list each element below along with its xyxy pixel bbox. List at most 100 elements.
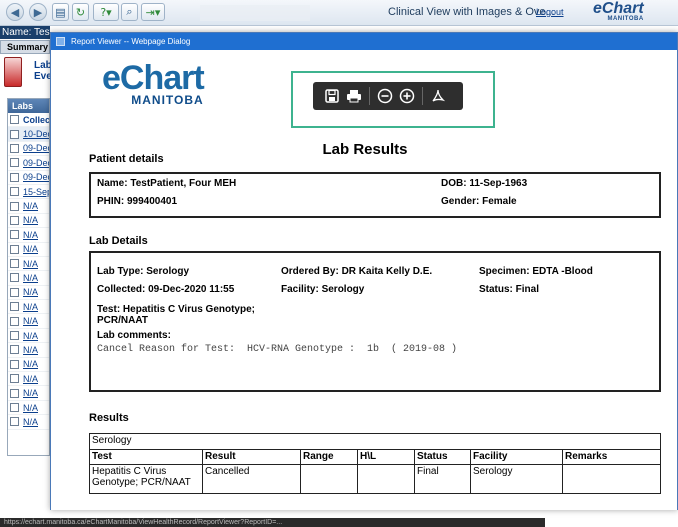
results-group-row: Serology (89, 433, 661, 450)
row-checkbox[interactable] (10, 187, 19, 197)
patient-phin: PHIN: 999400401 (97, 196, 178, 207)
lab-date-link[interactable]: N/A (23, 302, 38, 312)
row-checkbox[interactable] (10, 158, 19, 168)
dialog-titlebar: Report Viewer -- Webpage Dialog (51, 33, 677, 50)
cell-hl (357, 464, 415, 494)
collected-column-label[interactable]: Collect (23, 115, 49, 125)
print-icon[interactable] (343, 85, 365, 107)
lab-date-link[interactable]: N/A (23, 244, 38, 254)
row-checkbox[interactable] (10, 273, 19, 283)
list-item: 09-Dec (8, 171, 49, 185)
row-checkbox[interactable] (10, 201, 19, 211)
print-icon[interactable]: ▤ (52, 3, 69, 21)
col-status: Status (414, 449, 471, 465)
cell-test: Hepatitis C Virus Genotype; PCR/NAAT (89, 464, 203, 494)
list-item: N/A (8, 257, 49, 272)
dialog-title: Report Viewer -- Webpage Dialog (71, 37, 191, 46)
cell-facility: Serology (470, 464, 563, 494)
cell-remarks (562, 464, 661, 494)
labs-panel: Labs Collect 10-Dec 09-Dec 09-Dec 09-Dec 15-… (7, 98, 50, 456)
lab-date-link[interactable]: N/A (23, 287, 38, 297)
row-checkbox[interactable] (10, 359, 19, 369)
blurred-region (200, 5, 310, 21)
app-title: Clinical View with Images & Ove... (388, 6, 555, 18)
col-hl: H\L (357, 449, 415, 465)
pdf-icon[interactable] (427, 85, 449, 107)
summary-tab[interactable]: Summary ▾ (0, 40, 50, 64)
row-checkbox[interactable] (10, 388, 19, 398)
select-all-checkbox[interactable] (10, 115, 19, 125)
echart-logo: eChart MANITOBA (593, 1, 644, 23)
lab-date-link[interactable]: N/A (23, 374, 38, 384)
list-item: N/A (8, 386, 49, 401)
lab-date-link[interactable]: N/A (23, 345, 38, 355)
patient-gender: Gender: Female (441, 196, 517, 207)
row-checkbox[interactable] (10, 129, 19, 139)
lab-date-link[interactable]: N/A (23, 331, 38, 341)
lab-date-link[interactable]: 09-Dec (23, 158, 49, 168)
row-checkbox[interactable] (10, 345, 19, 355)
lab-date-link[interactable]: 15-Sep (23, 187, 49, 197)
lab-date-link[interactable]: 09-Dec (23, 172, 49, 182)
list-item: N/A (8, 372, 49, 387)
lab-details-box: Lab Type: Serology Ordered By: DR Kaita … (89, 251, 661, 392)
lab-date-link[interactable]: 10-Dec (23, 129, 49, 139)
zoom-in-icon[interactable] (396, 85, 418, 107)
lab-tube-icon (4, 57, 22, 87)
lab-date-link[interactable]: N/A (23, 359, 38, 369)
row-checkbox[interactable] (10, 215, 19, 225)
row-checkbox[interactable] (10, 172, 19, 182)
forward-icon[interactable]: ▶ (29, 3, 47, 21)
row-checkbox[interactable] (10, 230, 19, 240)
test-name-line2: PCR/NAAT (97, 315, 148, 326)
list-item: N/A (8, 286, 49, 301)
lab-details-label: Lab Details (89, 235, 148, 247)
lab-date-link[interactable]: N/A (23, 273, 38, 283)
list-item: N/A (8, 343, 49, 358)
lab-date-link[interactable]: N/A (23, 201, 38, 211)
lab-date-link[interactable]: N/A (23, 417, 38, 427)
toolbar-separator (369, 87, 370, 105)
row-checkbox[interactable] (10, 244, 19, 254)
report-viewer-dialog: Report Viewer -- Webpage Dialog eChart M… (50, 32, 678, 510)
export-icon[interactable]: ⇥▾ (141, 3, 165, 21)
test-name-line1: Test: Hepatitis C Virus Genotype; (97, 304, 255, 315)
window-icon (56, 37, 65, 46)
row-checkbox[interactable] (10, 143, 19, 153)
save-icon[interactable] (321, 85, 343, 107)
logo-text: eChart (593, 0, 644, 17)
ordered-by: Ordered By: DR Kaita Kelly D.E. (281, 266, 433, 277)
row-checkbox[interactable] (10, 331, 19, 341)
lab-date-link[interactable]: 09-Dec (23, 143, 49, 153)
search-icon[interactable]: ⌕ (121, 3, 138, 21)
row-checkbox[interactable] (10, 403, 19, 412)
row-checkbox[interactable] (10, 374, 19, 384)
row-checkbox[interactable] (10, 316, 19, 326)
list-item: 09-Dec (8, 142, 49, 157)
collected: Collected: 09-Dec-2020 11:55 (97, 284, 235, 295)
logout-link[interactable]: Logout (536, 7, 564, 17)
back-icon[interactable]: ◀ (6, 3, 24, 21)
lab-date-link[interactable]: N/A (23, 230, 38, 240)
facility: Facility: Serology (281, 284, 365, 295)
zoom-out-icon[interactable] (374, 85, 396, 107)
lab-date-link[interactable]: N/A (23, 316, 38, 326)
row-checkbox[interactable] (10, 287, 19, 297)
report-toolbar (313, 82, 463, 110)
cell-range (300, 464, 358, 494)
list-item: N/A (8, 358, 49, 373)
row-checkbox[interactable] (10, 417, 19, 427)
results-group-cell: Serology (89, 433, 661, 450)
list-item: 09-Dec (8, 156, 49, 171)
help-icon[interactable]: ?▾ (93, 3, 119, 21)
lab-comment-text: Cancel Reason for Test: HCV-RNA Genotype… (97, 344, 458, 355)
lab-date-link[interactable]: N/A (23, 388, 38, 398)
row-checkbox[interactable] (10, 302, 19, 312)
row-checkbox[interactable] (10, 259, 19, 269)
lab-date-link[interactable]: N/A (23, 403, 38, 413)
refresh-icon[interactable]: ↻ (72, 3, 89, 21)
toolbar-separator (422, 87, 423, 105)
lab-date-link[interactable]: N/A (23, 259, 38, 269)
labs-rows: 10-Dec 09-Dec 09-Dec 09-Dec 15-Sep N/A N/A N/A N… (8, 127, 49, 430)
lab-date-link[interactable]: N/A (23, 215, 38, 225)
